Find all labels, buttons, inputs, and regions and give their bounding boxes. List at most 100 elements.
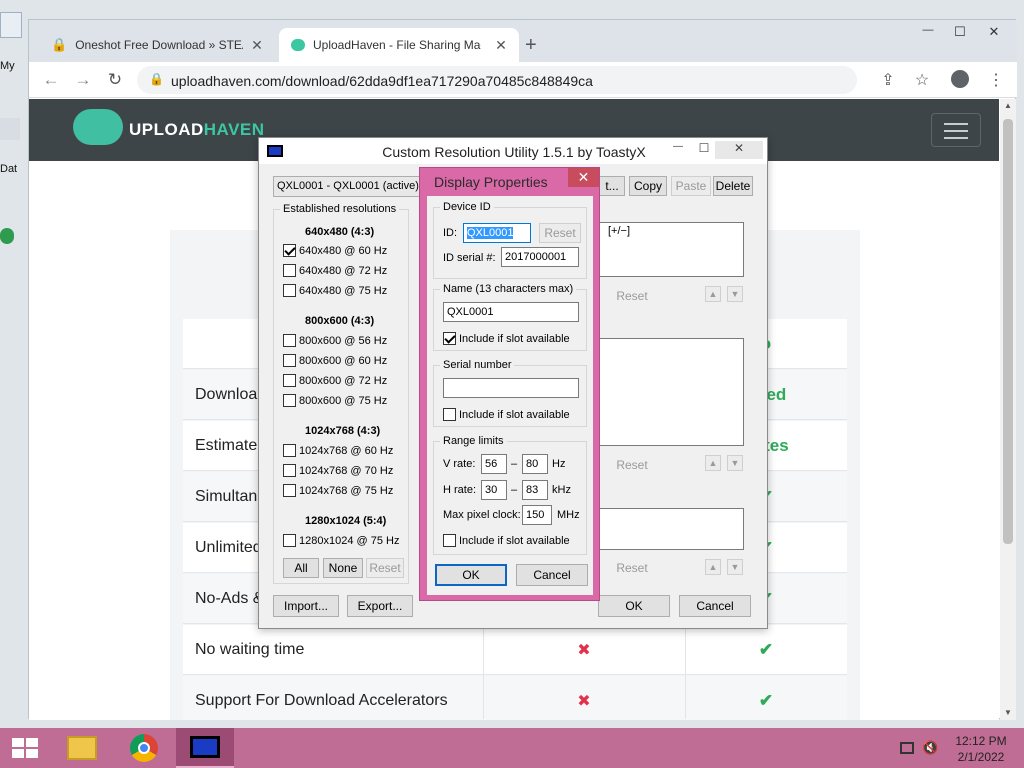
checkbox-icon[interactable] <box>443 408 456 421</box>
device-select[interactable]: QXL0001 - QXL0001 (active)* <box>273 176 425 197</box>
delete-button[interactable]: Delete <box>713 176 753 196</box>
id-input[interactable]: QXL0001 <box>463 223 531 243</box>
reload-icon[interactable]: ↻ <box>105 70 125 90</box>
move-up-icon[interactable]: ▲ <box>705 286 721 302</box>
extension-blocks-list[interactable] <box>599 508 744 550</box>
chrome-icon[interactable] <box>116 728 172 768</box>
checkbox-icon[interactable] <box>283 444 296 457</box>
profile-icon[interactable] <box>949 70 971 93</box>
name-input[interactable]: QXL0001 <box>443 302 579 322</box>
export-button[interactable]: Export... <box>347 595 413 617</box>
desktop-icon-chrome[interactable] <box>0 228 14 244</box>
checkbox-icon[interactable] <box>283 244 296 257</box>
res-checkbox[interactable]: 800x600 @ 56 Hz <box>283 334 387 347</box>
res-checkbox[interactable]: 800x600 @ 75 Hz <box>283 394 387 407</box>
star-icon[interactable]: ☆ <box>911 70 933 90</box>
move-up-icon[interactable]: ▲ <box>705 455 721 471</box>
windows-start-icon[interactable] <box>12 738 38 758</box>
res-checkbox[interactable]: 1024x768 @ 70 Hz <box>283 464 393 477</box>
checkbox-icon[interactable] <box>443 332 456 345</box>
close-icon[interactable]: ✕ <box>568 168 599 187</box>
none-button[interactable]: None <box>323 558 363 578</box>
checkbox-icon[interactable] <box>283 334 296 347</box>
new-tab-button[interactable]: + <box>525 34 537 57</box>
lock-icon[interactable]: 🔒 <box>149 72 164 86</box>
reset-button[interactable]: Reset <box>366 558 404 578</box>
volume-muted-icon[interactable]: 🔇 <box>922 740 938 756</box>
network-icon[interactable] <box>900 742 914 754</box>
checkbox-icon[interactable] <box>283 464 296 477</box>
minimize-button[interactable]: — <box>913 24 943 36</box>
move-down-icon[interactable]: ▼ <box>727 559 743 575</box>
uploadhaven-logo-icon[interactable] <box>73 109 123 145</box>
file-explorer-icon[interactable] <box>54 728 110 768</box>
hrate-max-input[interactable]: 83 <box>522 480 548 500</box>
move-up-icon[interactable]: ▲ <box>705 559 721 575</box>
desktop-icon-recycle[interactable] <box>0 118 20 140</box>
all-button[interactable]: All <box>283 558 319 578</box>
move-down-icon[interactable]: ▼ <box>727 286 743 302</box>
ok-button[interactable]: OK <box>435 564 507 586</box>
hrate-min-input[interactable]: 30 <box>481 480 507 500</box>
serial-number-input[interactable] <box>443 378 579 398</box>
scroll-up-icon[interactable]: ▲ <box>1004 101 1012 110</box>
vrate-max-input[interactable]: 80 <box>522 454 548 474</box>
back-icon[interactable]: ← <box>41 70 61 90</box>
edit-button[interactable]: t... <box>599 176 625 196</box>
forward-icon[interactable]: → <box>73 70 93 90</box>
cancel-button[interactable]: Cancel <box>679 595 751 617</box>
site-logo[interactable]: UPLOADHAVEN <box>129 120 265 140</box>
checkbox-icon[interactable] <box>283 354 296 367</box>
copy-button[interactable]: Copy <box>629 176 667 196</box>
page-scrollbar[interactable]: ▲ ▼ <box>1000 99 1016 720</box>
checkbox-icon[interactable] <box>283 484 296 497</box>
res-checkbox[interactable]: 640x480 @ 75 Hz <box>283 284 387 297</box>
hamburger-menu-icon[interactable] <box>931 113 981 147</box>
cru-monitor-icon[interactable] <box>176 728 234 768</box>
id-reset-button[interactable]: Reset <box>539 223 581 243</box>
res-checkbox[interactable]: 1024x768 @ 60 Hz <box>283 444 393 457</box>
paste-button[interactable]: Paste <box>671 176 711 196</box>
res-checkbox[interactable]: 800x600 @ 60 Hz <box>283 354 387 367</box>
res-checkbox[interactable]: 640x480 @ 60 Hz <box>283 244 387 257</box>
reset-button[interactable]: Reset <box>611 558 653 578</box>
checkbox-icon[interactable] <box>443 534 456 547</box>
tab-uploadhaven[interactable]: UploadHaven - File Sharing Made ✕ <box>279 28 519 62</box>
move-down-icon[interactable]: ▼ <box>727 455 743 471</box>
serial-include-checkbox[interactable]: Include if slot available <box>443 408 570 421</box>
scroll-down-icon[interactable]: ▼ <box>1004 708 1012 717</box>
tab-close-icon[interactable]: ✕ <box>249 37 265 54</box>
reset-button[interactable]: Reset <box>611 455 653 475</box>
detailed-resolutions-list[interactable]: [+/−] <box>599 222 744 277</box>
address-bar[interactable]: 🔒 uploadhaven.com/download/62dda9df1ea71… <box>137 66 857 94</box>
cancel-button[interactable]: Cancel <box>516 564 588 586</box>
res-checkbox[interactable]: 1280x1024 @ 75 Hz <box>283 534 399 547</box>
close-window-button[interactable]: ✕ <box>979 24 1009 40</box>
vrate-min-input[interactable]: 56 <box>481 454 507 474</box>
ok-button[interactable]: OK <box>598 595 670 617</box>
maximize-button[interactable]: ☐ <box>945 24 975 40</box>
checkbox-icon[interactable] <box>283 534 296 547</box>
share-icon[interactable]: ⇪ <box>877 70 899 90</box>
standard-resolutions-list[interactable] <box>599 338 744 446</box>
res-checkbox[interactable]: 640x480 @ 72 Hz <box>283 264 387 277</box>
tab-oneshot[interactable]: 🔒 Oneshot Free Download » STEAM ✕ <box>39 28 275 62</box>
checkbox-icon[interactable] <box>283 264 296 277</box>
menu-icon[interactable]: ⋮ <box>985 70 1007 90</box>
name-include-checkbox[interactable]: Include if slot available <box>443 332 570 345</box>
desktop-icon-computer[interactable] <box>0 12 22 38</box>
pixel-clock-input[interactable]: 150 <box>522 505 552 525</box>
serial-id-input[interactable]: 2017000001 <box>501 247 579 267</box>
res-checkbox[interactable]: 1024x768 @ 75 Hz <box>283 484 393 497</box>
close-button[interactable]: ✕ <box>715 141 763 159</box>
scrollbar-thumb[interactable] <box>1003 119 1013 544</box>
reset-button[interactable]: Reset <box>611 286 653 306</box>
checkbox-icon[interactable] <box>283 374 296 387</box>
checkbox-icon[interactable] <box>283 394 296 407</box>
checkbox-icon[interactable] <box>283 284 296 297</box>
tab-close-icon[interactable]: ✕ <box>493 37 509 54</box>
import-button[interactable]: Import... <box>273 595 339 617</box>
res-checkbox[interactable]: 800x600 @ 72 Hz <box>283 374 387 387</box>
cru-titlebar[interactable]: Custom Resolution Utility 1.5.1 by Toast… <box>259 138 767 164</box>
clock[interactable]: 12:12 PM 2/1/2022 <box>944 733 1018 765</box>
